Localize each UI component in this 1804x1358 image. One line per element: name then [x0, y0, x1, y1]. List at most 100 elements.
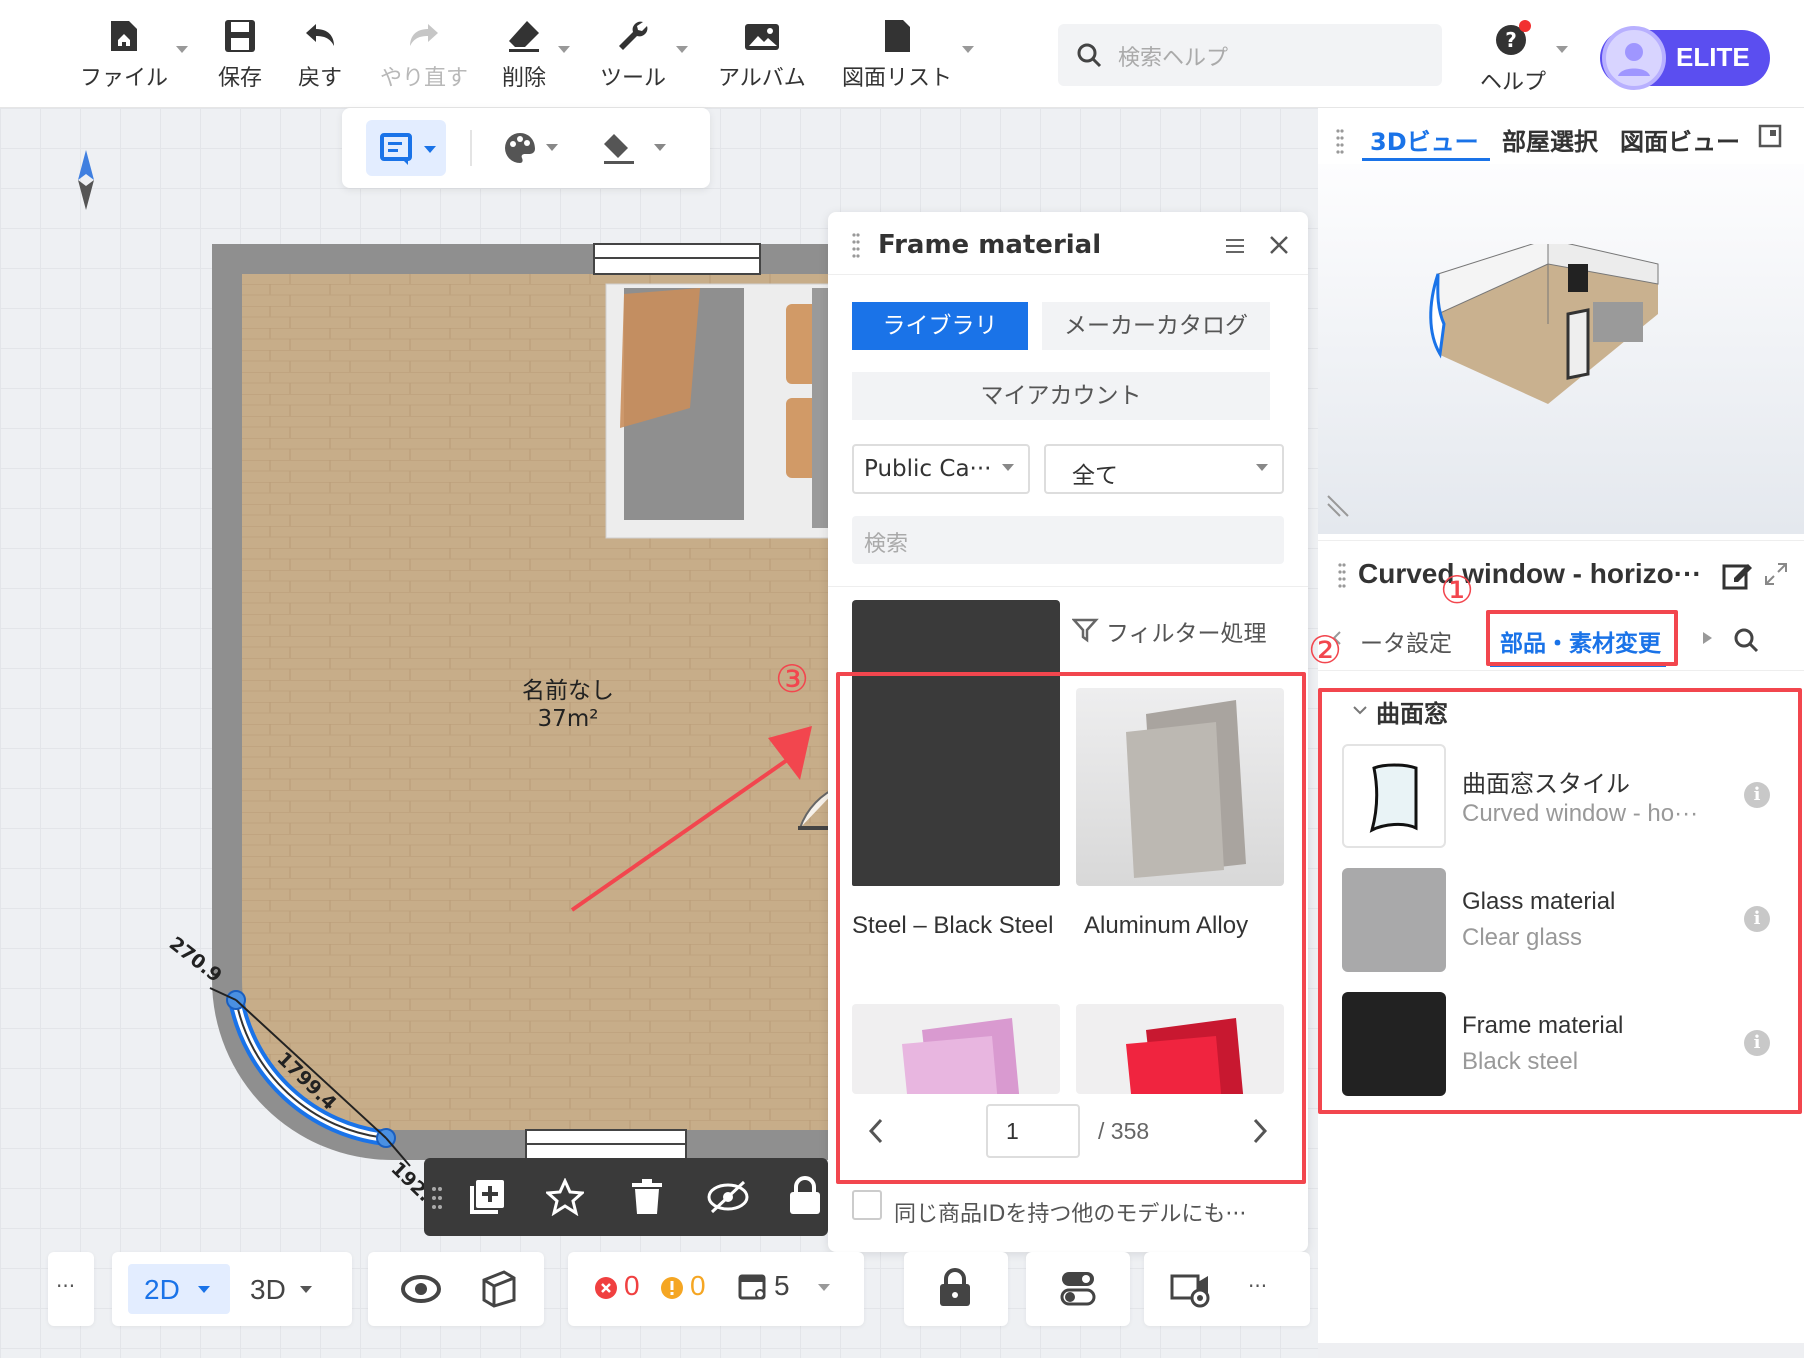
avatar[interactable] — [1602, 26, 1666, 90]
resize-grip-icon[interactable] — [1324, 494, 1350, 520]
eraser-icon — [509, 21, 539, 52]
category-select-value: 全て — [1072, 463, 1118, 489]
mode-3d-button[interactable]: 3D — [242, 1264, 338, 1314]
object-count: 5 — [774, 1270, 790, 1301]
bed[interactable] — [605, 283, 840, 539]
props-drag-icon[interactable] — [1338, 562, 1346, 590]
part-row-name: 曲面窓スタイル — [1462, 771, 1630, 798]
camera-settings-icon[interactable] — [1170, 1268, 1214, 1310]
toggle-icon — [1060, 1272, 1096, 1306]
subtab-parameters[interactable]: ータ設定 — [1360, 624, 1452, 658]
room-name[interactable]: 名前なし — [522, 678, 614, 704]
help-icon: ? — [1496, 20, 1531, 55]
view-mode-group: 2D 3D — [112, 1252, 352, 1326]
material-search-placeholder: 検索 — [864, 532, 909, 557]
delete-caret-icon[interactable] — [558, 46, 570, 53]
source-select[interactable]: Public Ca··· — [852, 444, 1030, 494]
right-panel-drag-icon[interactable] — [1336, 128, 1344, 156]
duplicate-icon[interactable] — [468, 1178, 506, 1216]
same-id-checkbox[interactable] — [852, 1190, 882, 1220]
album-icon — [744, 24, 779, 50]
close-icon[interactable] — [1268, 234, 1290, 256]
user-icon — [1618, 43, 1650, 76]
more-right-label[interactable]: ··· — [1248, 1274, 1267, 1298]
drawing-list-button[interactable]: 図面リスト — [842, 18, 952, 92]
lock-button[interactable] — [904, 1252, 1008, 1326]
part-row-sub: Curved window - ho··· — [1462, 800, 1699, 827]
mode-3d-caret-icon — [300, 1286, 312, 1293]
save-button[interactable]: 保存 — [218, 18, 262, 92]
panel-drag-icon[interactable] — [852, 232, 860, 260]
info-icon[interactable]: i — [1744, 1030, 1770, 1056]
info-icon[interactable]: i — [1744, 906, 1770, 932]
search-icon — [1077, 43, 1102, 68]
parts-search-icon[interactable] — [1732, 626, 1760, 654]
section-collapse-icon[interactable] — [1350, 700, 1370, 720]
dock-panel-icon[interactable] — [1758, 124, 1782, 148]
redo-button[interactable]: やり直す — [380, 18, 468, 92]
annotation-number-3: ③ — [775, 657, 809, 701]
undo-label: 戻す — [298, 66, 343, 91]
album-button[interactable]: アルバム — [718, 18, 806, 92]
part-row-style[interactable]: 曲面窓スタイル Curved window - ho··· i — [1342, 744, 1790, 850]
tab-room-select[interactable]: 部屋選択 — [1502, 122, 1598, 157]
object-action-toolbar — [424, 1158, 828, 1236]
drag-handle-icon[interactable] — [432, 1186, 442, 1210]
category-select[interactable]: 全て — [1044, 444, 1284, 494]
expand-icon[interactable] — [1764, 562, 1788, 586]
box-3d-icon[interactable] — [480, 1268, 518, 1308]
bottom-more-left[interactable]: ··· — [48, 1252, 94, 1326]
panel-menu-icon[interactable] — [1224, 236, 1246, 256]
redo-icon — [410, 24, 438, 46]
wrench-icon — [619, 21, 648, 50]
tab-library[interactable]: ライブラリ — [852, 302, 1028, 350]
subtab-next-icon[interactable] — [1700, 630, 1714, 646]
lock-icon[interactable] — [788, 1176, 822, 1216]
hide-eye-icon[interactable] — [706, 1180, 750, 1214]
help-search-input[interactable]: 検索ヘルプ — [1058, 24, 1442, 86]
section-title: 曲面窓 — [1376, 700, 1448, 728]
svg-text:?: ? — [1505, 28, 1517, 52]
delete-button[interactable]: 削除 — [502, 18, 546, 92]
status-group[interactable]: 0 0 5 — [568, 1252, 864, 1326]
info-icon[interactable]: i — [1744, 782, 1770, 808]
warning-count: 0 — [690, 1270, 706, 1301]
file-button[interactable]: ファイル — [80, 18, 168, 92]
part-row-frame[interactable]: Frame material Black steel i — [1342, 992, 1790, 1098]
annotation-number-2: ② — [1308, 628, 1343, 672]
save-label: 保存 — [218, 66, 263, 91]
tools-button[interactable]: ツール — [600, 18, 666, 92]
canvas-lock-icon — [940, 1268, 970, 1306]
objects-icon — [738, 1274, 766, 1300]
favorite-star-icon[interactable] — [546, 1178, 584, 1216]
file-label: ファイル — [80, 66, 169, 91]
visibility-eye-icon[interactable] — [400, 1272, 442, 1306]
source-select-value: Public Ca··· — [864, 456, 992, 482]
tab-my-account[interactable]: マイアカウント — [852, 372, 1270, 420]
tab-maker-catalog[interactable]: メーカーカタログ — [1042, 302, 1270, 350]
toggle-settings-button[interactable] — [1026, 1252, 1130, 1326]
tab-drawing-view[interactable]: 図面ビュー — [1620, 122, 1740, 157]
file-caret-icon[interactable] — [176, 46, 188, 53]
elite-label: ELITE — [1676, 42, 1750, 72]
floor-plan[interactable]: 270.9 1799.4 192. 名前なし 37m² ③ — [0, 108, 840, 1268]
tools-caret-icon[interactable] — [676, 46, 688, 53]
material-search-input[interactable]: 検索 — [852, 516, 1284, 564]
edit-icon[interactable] — [1722, 560, 1754, 590]
trash-icon[interactable] — [630, 1178, 664, 1216]
warning-icon — [661, 1277, 683, 1299]
drawing-list-caret-icon[interactable] — [962, 46, 974, 53]
filter-label: フィルター処理 — [1106, 621, 1267, 647]
help-button[interactable]: ? ヘルプ — [1480, 20, 1546, 96]
3d-preview[interactable] — [1318, 164, 1804, 534]
tab-3d-view[interactable]: 3Dビュー — [1370, 122, 1479, 157]
frame-panel-title: Frame material — [878, 230, 1102, 260]
part-row-glass[interactable]: Glass material Clear glass i — [1342, 868, 1790, 974]
category-caret-icon — [1256, 464, 1268, 471]
drawing-list-icon — [885, 20, 910, 52]
help-caret-icon[interactable] — [1556, 46, 1568, 53]
part-row-sub: Clear glass — [1462, 924, 1583, 951]
view-divider — [1318, 540, 1804, 541]
mode-2d-button[interactable]: 2D — [128, 1264, 230, 1314]
undo-button[interactable]: 戻す — [298, 18, 342, 92]
